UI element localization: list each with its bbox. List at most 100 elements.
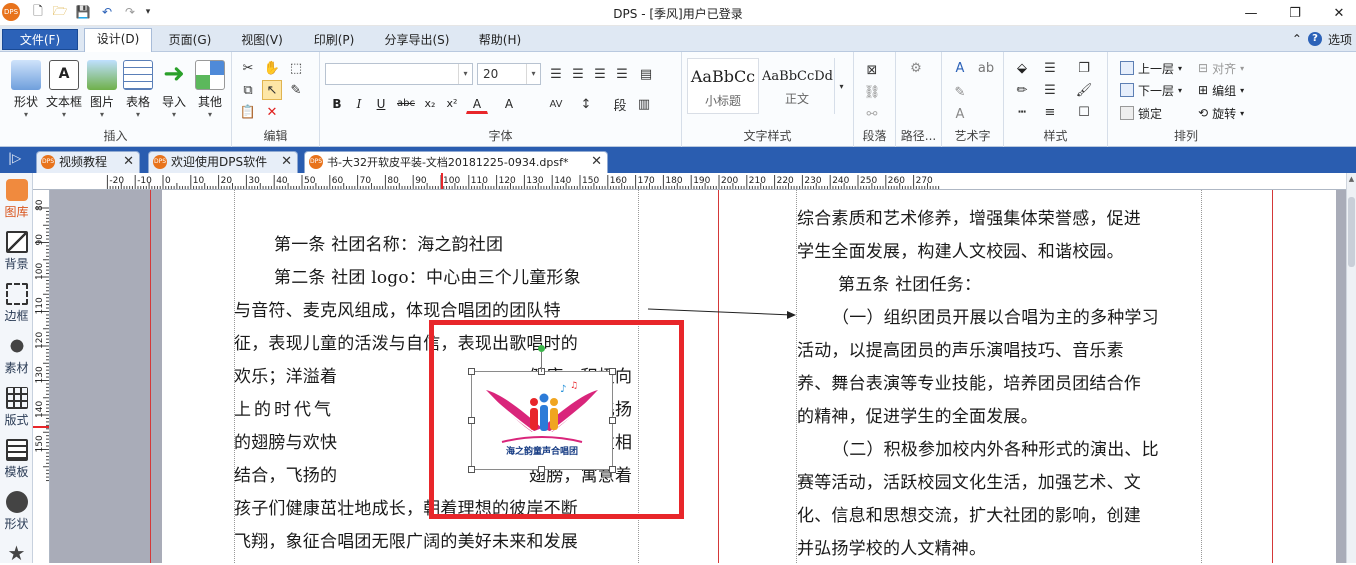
doc-paragraph-line[interactable]: 活动，以提高团员的声乐演唱技巧、音乐素 [797,336,1124,361]
doc-paragraph-line[interactable]: 的翅膀与欢快 [234,428,337,453]
font-size-select[interactable]: 20 ▾ [477,63,541,85]
restore-button[interactable]: ❐ [1280,3,1310,23]
select-area-icon[interactable]: ⬚ [286,58,306,78]
menu-file[interactable]: 文件(F) [2,29,78,50]
delete-icon[interactable]: ✕ [262,102,282,122]
rotate-button[interactable]: ⟲ 旋转 ▾ [1198,103,1244,123]
doc-paragraph-line[interactable]: 综合素质和艺术修养，增强集体荣誉感，促进 [797,204,1141,229]
doc-paragraph-line[interactable]: 学生全面发展，构建人文校园、和谐校园。 [797,237,1124,262]
menu-help[interactable]: 帮助(H) [470,30,530,50]
sidebar-item-border[interactable]: 边框 [0,283,33,324]
sidebar-item-template[interactable]: 模板 [0,439,33,480]
group-button[interactable]: ⊞ 编组 ▾ [1198,80,1244,100]
other-button[interactable]: 其他 ▾ [188,58,232,124]
box-icon[interactable]: ☐ [1074,102,1094,122]
strikethrough-button[interactable]: abc [394,94,418,114]
menu-share-export[interactable]: 分享导出(S) [376,30,458,50]
sidebar-item-material[interactable]: 素材 [0,335,33,376]
doc-paragraph-line[interactable]: 与音符、麦克风组成，体现合唱团的团队特 [234,296,561,321]
dash-style-icon[interactable]: ☰ [1040,80,1060,100]
sidebar-item-background[interactable]: 背景 [0,231,33,272]
doc-paragraph-line[interactable]: 飞翔，象征合唱团无限广阔的美好未来和发展 [234,527,578,552]
menu-print[interactable]: 印刷(P) [304,30,364,50]
link-icon[interactable]: ⛓ [862,82,882,102]
format-painter-icon[interactable]: 🖌 [1074,80,1094,100]
sidebar-item-gallery[interactable]: 图库 [0,179,33,220]
doc-paragraph-line[interactable]: 第二条 社团 logo：中心由三个儿童形象 [274,263,581,288]
vertical-scrollbar[interactable]: ▲ [1346,173,1356,563]
underline-button[interactable]: U [372,94,390,114]
lock-button[interactable]: 锁定 [1120,103,1162,123]
distribute-icon[interactable]: ▤ [636,64,656,84]
doc-tab-video-tutorial[interactable]: DPS 视频教程 ✕ [36,151,140,173]
line-style-icon[interactable]: ☰ [1040,58,1060,78]
subscript-button[interactable]: x₂ [420,94,440,114]
minimize-button[interactable]: — [1236,3,1266,23]
doc-tab-welcome[interactable]: DPS 欢迎使用DPS软件 ✕ [148,151,298,173]
document-page[interactable]: 第一条 社团名称：海之韵社团 第二条 社团 logo：中心由三个儿童形象 与音符… [150,190,1336,563]
superscript-button[interactable]: x² [442,94,462,114]
scrollbar-thumb[interactable] [1348,197,1355,267]
doc-paragraph-line[interactable]: 第一条 社团名称：海之韵社团 [274,230,503,255]
options-button[interactable]: 选项 [1328,31,1352,48]
canvas-workspace[interactable]: 第一条 社团名称：海之韵社团 第二条 社团 logo：中心由三个儿童形象 与音符… [50,190,1346,563]
bring-forward-button[interactable]: 上一层 ▾ [1120,58,1182,78]
doc-paragraph-line[interactable]: 结合，飞扬的 [234,461,337,486]
column-icon[interactable]: ▥ [634,94,654,114]
close-tab-icon[interactable]: ✕ [281,152,292,172]
font-size-menu-button[interactable]: A [498,94,520,114]
cut-icon[interactable]: ✂ [238,58,258,78]
unlink-icon[interactable]: ⚯ [862,104,882,124]
text-frame-icon[interactable]: ⊠ [862,60,882,80]
doc-paragraph-line[interactable]: 欢乐；洋溢着 [234,362,337,387]
italic-button[interactable]: I [350,94,368,114]
doc-paragraph-line[interactable]: （一）组织团员开展以合唱为主的多种学习 [832,303,1159,328]
doc-paragraph-line[interactable]: 并弘扬学校的人文精神。 [797,534,986,559]
style-gallery-scroll[interactable]: ▾ [834,58,848,114]
align-right-icon[interactable]: ☰ [590,64,610,84]
tab-panel-toggle-icon[interactable]: |▷ [8,151,21,165]
line-color-icon[interactable]: ✏ [1012,80,1032,100]
fill-color-icon[interactable]: ⬙ [1012,58,1032,78]
sidebar-item-layout[interactable]: 版式 [0,387,33,428]
line-spacing-icon[interactable]: ↕ [576,94,596,114]
bold-button[interactable]: B [328,94,346,114]
wordart-effect-icon[interactable]: A [950,104,970,124]
collapse-ribbon-icon[interactable]: ⌃ [1292,32,1302,46]
close-tab-icon[interactable]: ✕ [591,152,602,172]
help-icon[interactable]: ? [1307,32,1322,46]
font-color-button[interactable]: A [466,94,488,114]
style-subtitle[interactable]: AaBbCc 小标题 [687,58,759,114]
pan-hand-icon[interactable]: ✋ [262,58,282,78]
close-button[interactable]: ✕ [1324,3,1354,23]
wordart-fill-icon[interactable]: A [950,58,970,78]
border-dots-icon[interactable]: ┅ [1012,102,1032,122]
doc-paragraph-line[interactable]: 的精神，促进学生的全面发展。 [797,402,1038,427]
menu-design[interactable]: 设计(D) [84,28,152,52]
font-name-select[interactable]: ▾ [325,63,473,85]
doc-paragraph-line[interactable]: 上的时代气 [234,395,334,420]
align-center-icon[interactable]: ☰ [568,64,588,84]
doc-paragraph-line[interactable]: 化、信息和思想交流，扩大社团的影响，创建 [797,501,1141,526]
star-icon[interactable]: ★ [0,541,33,565]
sidebar-item-shape[interactable]: 形状 [0,491,33,532]
menu-view[interactable]: 视图(V) [232,30,292,50]
shadow-icon[interactable]: ❐ [1074,58,1094,78]
doc-paragraph-line[interactable]: 赛等活动，活跃校园文化生活，加强艺术、文 [797,468,1141,493]
justify-icon[interactable]: ☰ [612,64,632,84]
doc-tab-active-document[interactable]: DPS 书-大32开软皮平装-文档20181225-0934.dpsf* ✕ [304,151,608,173]
pointer-icon[interactable]: ↖ [262,80,282,100]
close-tab-icon[interactable]: ✕ [123,152,134,172]
line-weight-icon[interactable]: ≡ [1040,102,1060,122]
scroll-up-icon[interactable]: ▲ [1348,175,1355,191]
style-body[interactable]: AaBbCcDd 正文 [761,58,833,114]
doc-paragraph-line[interactable]: 养、舞台表演等专业技能，培养团员团结合作 [797,369,1141,394]
align-button[interactable]: ⊟ 对齐 ▾ [1198,58,1244,78]
menu-page[interactable]: 页面(G) [160,30,220,50]
align-left-icon[interactable]: ☰ [546,64,566,84]
wordart-outline-icon[interactable]: ✎ [950,82,970,102]
paste-icon[interactable]: 📋 [238,102,258,122]
wordart-style-icon[interactable]: ab [976,58,996,78]
path-settings-icon[interactable]: ⚙ [906,58,926,78]
doc-paragraph-line[interactable]: 第五条 社团任务： [838,270,981,295]
